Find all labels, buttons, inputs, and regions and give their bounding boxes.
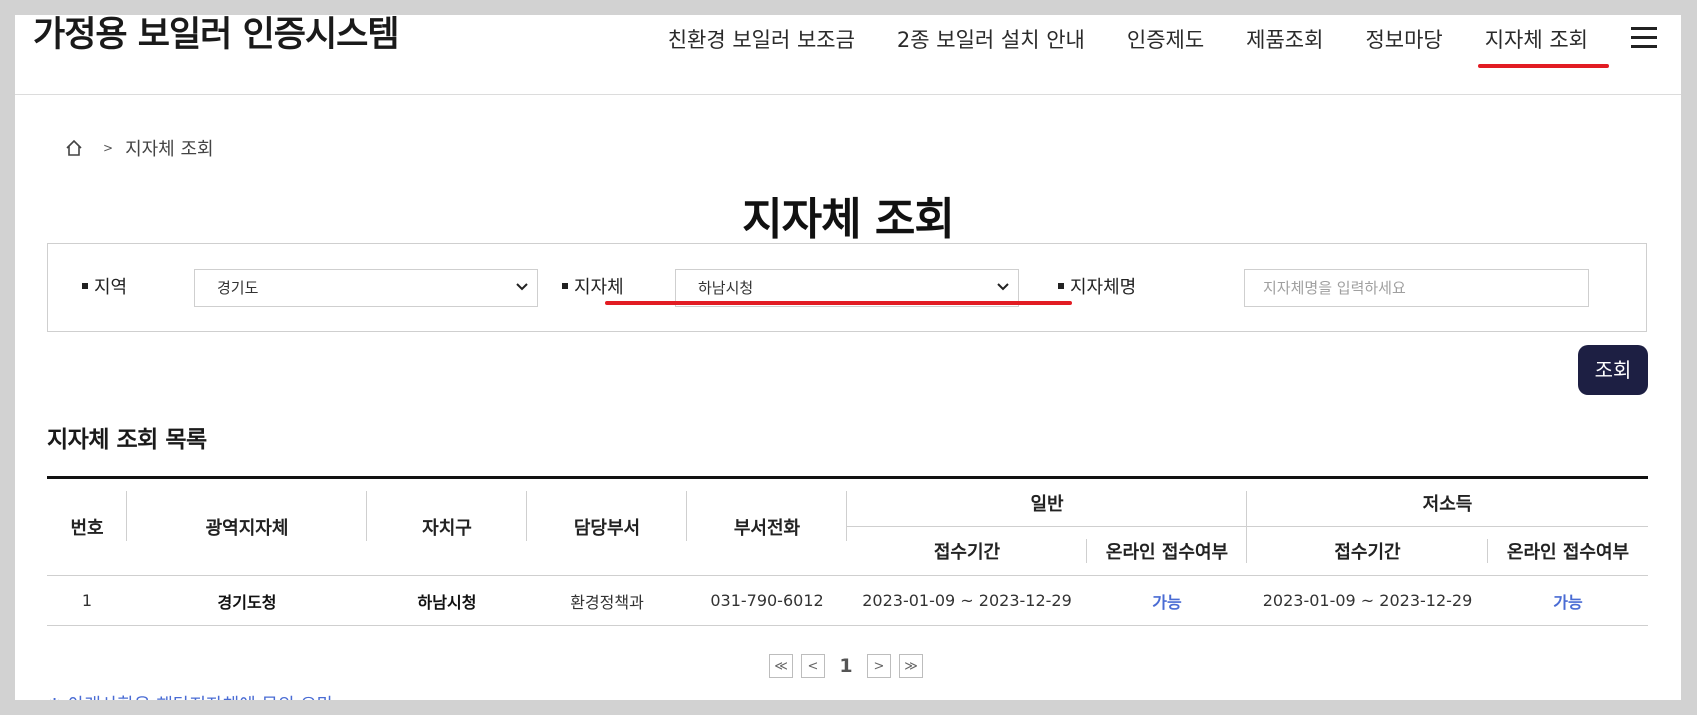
hamburger-menu-icon[interactable] (1631, 27, 1657, 49)
municipality-label-text: 지자체 (574, 277, 624, 298)
th-low-period: 접수기간 (1247, 526, 1488, 576)
cell-province: 경기도청 (127, 575, 367, 626)
search-panel: 지역 경기도 지자체 하남시청 지자체명 (47, 243, 1647, 332)
first-page-button[interactable]: ≪ (769, 654, 793, 678)
th-number: 번호 (47, 477, 127, 576)
site-logo[interactable]: 가정용 보일러 인증시스템 (33, 15, 400, 55)
municipality-label: 지자체 (562, 273, 624, 299)
name-label-text: 지자체명 (1070, 277, 1137, 298)
region-label: 지역 (82, 273, 127, 299)
region-label-text: 지역 (94, 277, 128, 298)
breadcrumb-separator: > (103, 141, 114, 155)
cell-low-online[interactable]: 가능 (1488, 575, 1648, 626)
bullet-square-icon (1058, 283, 1064, 289)
cell-low-period: 2023-01-09 ~ 2023-12-29 (1247, 575, 1488, 626)
th-phone: 부서전화 (687, 477, 847, 576)
nav-item-certification[interactable]: 인증제도 (1106, 21, 1225, 59)
site-header: 가정용 보일러 인증시스템 친환경 보일러 보조금 2종 보일러 설치 안내 인… (15, 15, 1681, 95)
name-label: 지자체명 (1058, 273, 1136, 299)
cell-department: 환경정책과 (527, 575, 687, 626)
bullet-square-icon (562, 283, 568, 289)
last-page-button[interactable]: ≫ (899, 654, 923, 678)
region-select[interactable]: 경기도 (194, 269, 538, 307)
cell-number: 1 (47, 575, 127, 626)
municipality-name-input[interactable] (1244, 269, 1589, 307)
notice-text: ※ 아래사항은 해당지자체에 문의 요망 (47, 691, 333, 700)
cell-district: 하남시청 (367, 575, 527, 626)
breadcrumb: > 지자체 조회 (65, 135, 214, 161)
next-page-button[interactable]: > (867, 654, 891, 678)
nav-item-subsidy[interactable]: 친환경 보일러 보조금 (647, 21, 876, 59)
th-province: 광역지자체 (127, 477, 367, 576)
region-select-value: 경기도 (217, 279, 259, 297)
th-general-period: 접수기간 (847, 526, 1087, 576)
nav-item-info[interactable]: 정보마당 (1344, 21, 1463, 59)
th-department: 담당부서 (527, 477, 687, 576)
th-general-online: 온라인 접수여부 (1087, 526, 1247, 576)
nav-item-type2-install[interactable]: 2종 보일러 설치 안내 (876, 21, 1106, 59)
chevron-down-icon (997, 283, 1009, 291)
municipality-select-value: 하남시청 (698, 279, 754, 297)
browser-viewport: 가정용 보일러 인증시스템 친환경 보일러 보조금 2종 보일러 설치 안내 인… (15, 15, 1681, 700)
bullet-square-icon (82, 283, 88, 289)
chevron-down-icon (516, 283, 528, 291)
cell-general-period: 2023-01-09 ~ 2023-12-29 (847, 575, 1087, 626)
breadcrumb-current: 지자체 조회 (125, 139, 214, 160)
search-button[interactable]: 조회 (1578, 345, 1648, 395)
table-row: 1 경기도청 하남시청 환경정책과 031-790-6012 2023-01-0… (47, 575, 1648, 626)
highlight-underline (605, 301, 1072, 305)
th-district: 자치구 (367, 477, 527, 576)
cell-general-online[interactable]: 가능 (1087, 575, 1247, 626)
list-title: 지자체 조회 목록 (47, 427, 207, 453)
cell-phone: 031-790-6012 (687, 575, 847, 626)
home-icon[interactable] (65, 139, 83, 157)
nav-item-municipality[interactable]: 지자체 조회 (1464, 21, 1610, 68)
prev-page-button[interactable]: < (801, 654, 825, 678)
municipality-table: 번호 광역지자체 자치구 담당부서 부서전화 일반 저소득 접수기간 온라인 접… (47, 476, 1648, 626)
page-title: 지자체 조회 (742, 194, 955, 245)
th-low-online: 온라인 접수여부 (1488, 526, 1648, 576)
nav-item-product-search[interactable]: 제품조회 (1225, 21, 1344, 59)
th-general: 일반 (847, 478, 1247, 540)
main-nav: 친환경 보일러 보조금 2종 보일러 설치 안내 인증제도 제품조회 정보마당 … (647, 21, 1610, 68)
page-number-current[interactable]: 1 (833, 655, 859, 677)
pagination: ≪ < 1 > ≫ (769, 654, 923, 678)
th-low-income: 저소득 (1422, 493, 1473, 515)
